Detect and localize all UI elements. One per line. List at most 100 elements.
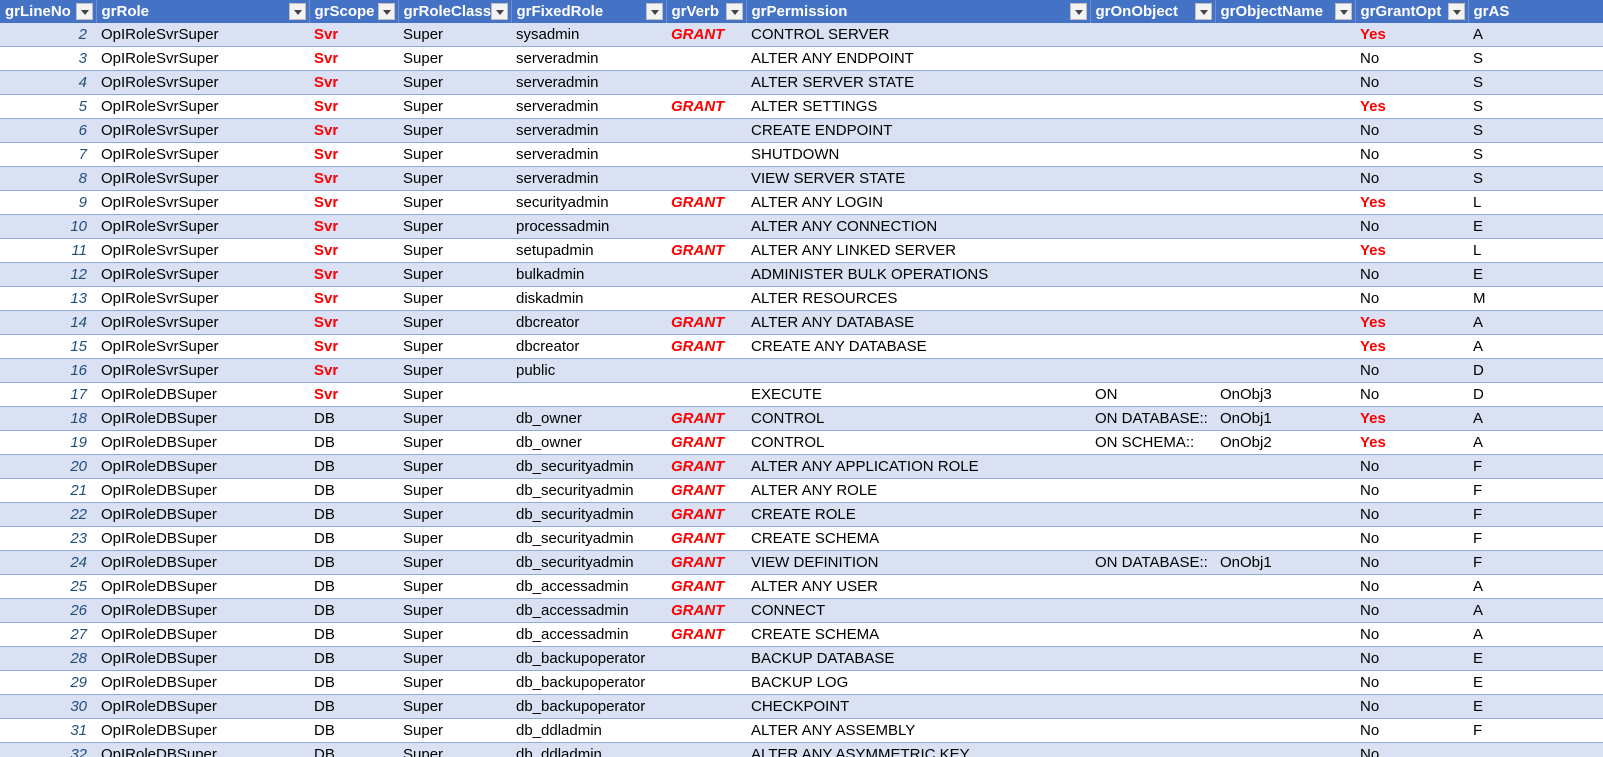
cell-scope[interactable]: Svr xyxy=(309,94,398,119)
cell-as[interactable]: E xyxy=(1468,694,1603,719)
column-header-verb[interactable]: grVerb xyxy=(666,0,747,23)
cell-grantopt[interactable]: Yes xyxy=(1355,310,1468,335)
cell-permission[interactable]: CREATE SCHEMA xyxy=(746,622,1090,647)
column-header-fixedrole[interactable]: grFixedRole xyxy=(511,0,667,23)
column-header-grantopt[interactable]: grGrantOpt xyxy=(1355,0,1469,23)
cell-scope[interactable]: Svr xyxy=(309,142,398,167)
cell-scope[interactable]: DB xyxy=(309,742,398,757)
cell-role[interactable]: OpIRoleDBSuper xyxy=(96,670,309,695)
cell-scope[interactable]: Svr xyxy=(309,382,398,407)
cell-fixedrole[interactable]: db_securityadmin xyxy=(511,502,666,527)
cell-roleclass[interactable]: Super xyxy=(398,718,511,743)
cell-scope[interactable]: Svr xyxy=(309,358,398,383)
cell-grantopt[interactable]: No xyxy=(1355,262,1468,287)
cell-scope[interactable]: Svr xyxy=(309,238,398,263)
cell-roleclass[interactable]: Super xyxy=(398,190,511,215)
cell-objectname[interactable] xyxy=(1215,262,1355,287)
cell-role[interactable]: OpIRoleDBSuper xyxy=(96,382,309,407)
cell-role[interactable]: OpIRoleSvrSuper xyxy=(96,286,309,311)
cell-verb[interactable] xyxy=(666,46,746,71)
cell-onobject[interactable] xyxy=(1090,286,1215,311)
cell-role[interactable]: OpIRoleSvrSuper xyxy=(96,214,309,239)
cell-roleclass[interactable]: Super xyxy=(398,142,511,167)
cell-onobject[interactable] xyxy=(1090,574,1215,599)
cell-fixedrole[interactable]: serveradmin xyxy=(511,166,666,191)
cell-verb[interactable] xyxy=(666,118,746,143)
cell-objectname[interactable] xyxy=(1215,166,1355,191)
cell-fixedrole[interactable]: db_securityadmin xyxy=(511,550,666,575)
cell-grantopt[interactable]: No xyxy=(1355,454,1468,479)
cell-objectname[interactable]: OnObj1 xyxy=(1215,550,1355,575)
cell-lineno[interactable]: 21 xyxy=(0,478,96,503)
cell-as[interactable]: M xyxy=(1468,286,1603,311)
cell-scope[interactable]: Svr xyxy=(309,190,398,215)
cell-verb[interactable]: GRANT xyxy=(666,238,746,263)
cell-as[interactable]: S xyxy=(1468,94,1603,119)
cell-role[interactable]: OpIRoleDBSuper xyxy=(96,742,309,757)
cell-as[interactable]: A xyxy=(1468,23,1603,47)
cell-fixedrole[interactable]: diskadmin xyxy=(511,286,666,311)
cell-as[interactable]: E xyxy=(1468,262,1603,287)
cell-permission[interactable]: ALTER ANY ENDPOINT xyxy=(746,46,1090,71)
cell-roleclass[interactable]: Super xyxy=(398,286,511,311)
cell-onobject[interactable] xyxy=(1090,94,1215,119)
cell-onobject[interactable]: ON SCHEMA:: xyxy=(1090,430,1215,455)
cell-permission[interactable]: ALTER RESOURCES xyxy=(746,286,1090,311)
cell-roleclass[interactable]: Super xyxy=(398,94,511,119)
cell-fixedrole[interactable] xyxy=(511,382,666,407)
cell-role[interactable]: OpIRoleDBSuper xyxy=(96,502,309,527)
cell-verb[interactable] xyxy=(666,646,746,671)
cell-grantopt[interactable]: No xyxy=(1355,214,1468,239)
cell-roleclass[interactable]: Super xyxy=(398,382,511,407)
filter-dropdown-icon[interactable] xyxy=(1069,3,1087,20)
cell-roleclass[interactable]: Super xyxy=(398,310,511,335)
cell-verb[interactable]: GRANT xyxy=(666,478,746,503)
cell-verb[interactable] xyxy=(666,694,746,719)
cell-fixedrole[interactable]: serveradmin xyxy=(511,94,666,119)
cell-scope[interactable]: DB xyxy=(309,598,398,623)
cell-onobject[interactable] xyxy=(1090,646,1215,671)
cell-onobject[interactable] xyxy=(1090,46,1215,71)
cell-roleclass[interactable]: Super xyxy=(398,622,511,647)
cell-scope[interactable]: DB xyxy=(309,670,398,695)
cell-permission[interactable]: VIEW DEFINITION xyxy=(746,550,1090,575)
cell-onobject[interactable] xyxy=(1090,310,1215,335)
cell-grantopt[interactable]: No xyxy=(1355,478,1468,503)
cell-fixedrole[interactable]: securityadmin xyxy=(511,190,666,215)
cell-fixedrole[interactable]: processadmin xyxy=(511,214,666,239)
cell-scope[interactable]: Svr xyxy=(309,310,398,335)
cell-roleclass[interactable]: Super xyxy=(398,670,511,695)
cell-role[interactable]: OpIRoleSvrSuper xyxy=(96,358,309,383)
cell-scope[interactable]: DB xyxy=(309,694,398,719)
cell-verb[interactable] xyxy=(666,358,746,383)
filter-dropdown-icon[interactable] xyxy=(75,3,93,20)
cell-lineno[interactable]: 28 xyxy=(0,646,96,671)
cell-grantopt[interactable]: Yes xyxy=(1355,334,1468,359)
cell-as[interactable]: A xyxy=(1468,598,1603,623)
cell-verb[interactable]: GRANT xyxy=(666,454,746,479)
cell-objectname[interactable] xyxy=(1215,118,1355,143)
cell-permission[interactable]: ALTER SERVER STATE xyxy=(746,70,1090,95)
cell-roleclass[interactable]: Super xyxy=(398,646,511,671)
cell-verb[interactable] xyxy=(666,670,746,695)
cell-roleclass[interactable]: Super xyxy=(398,478,511,503)
cell-lineno[interactable]: 2 xyxy=(0,23,96,47)
cell-lineno[interactable]: 31 xyxy=(0,718,96,743)
cell-as[interactable]: S xyxy=(1468,46,1603,71)
cell-as[interactable]: E xyxy=(1468,670,1603,695)
cell-objectname[interactable] xyxy=(1215,454,1355,479)
cell-fixedrole[interactable]: serveradmin xyxy=(511,46,666,71)
cell-objectname[interactable]: OnObj3 xyxy=(1215,382,1355,407)
cell-role[interactable]: OpIRoleDBSuper xyxy=(96,598,309,623)
cell-fixedrole[interactable]: bulkadmin xyxy=(511,262,666,287)
cell-permission[interactable]: CREATE SCHEMA xyxy=(746,526,1090,551)
column-header-permission[interactable]: grPermission xyxy=(746,0,1091,23)
cell-objectname[interactable] xyxy=(1215,502,1355,527)
cell-permission[interactable]: ALTER ANY LOGIN xyxy=(746,190,1090,215)
cell-objectname[interactable] xyxy=(1215,94,1355,119)
cell-fixedrole[interactable]: db_backupoperator xyxy=(511,646,666,671)
cell-roleclass[interactable]: Super xyxy=(398,574,511,599)
cell-lineno[interactable]: 17 xyxy=(0,382,96,407)
cell-lineno[interactable]: 15 xyxy=(0,334,96,359)
cell-grantopt[interactable]: No xyxy=(1355,742,1468,757)
